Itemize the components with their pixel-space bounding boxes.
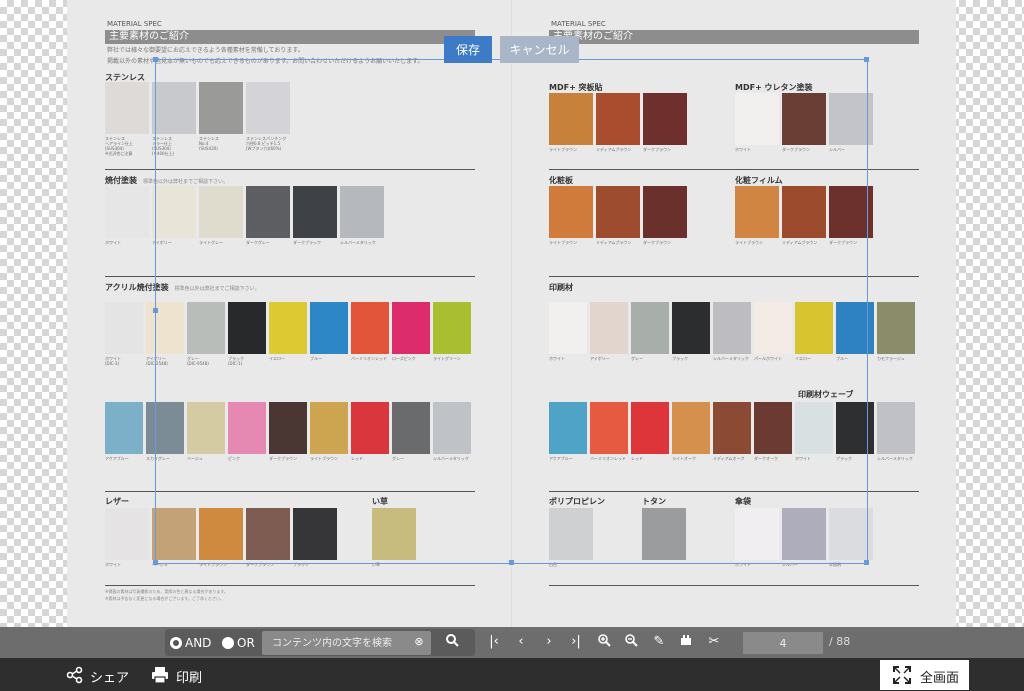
swatch-chip bbox=[105, 186, 149, 238]
resize-handle-sw[interactable] bbox=[153, 560, 158, 565]
section-title-leather: レザー bbox=[105, 497, 129, 506]
share-button[interactable]: シェア bbox=[90, 667, 129, 686]
and-radio[interactable] bbox=[170, 637, 182, 649]
section-rule bbox=[549, 585, 919, 586]
marker-icon[interactable] bbox=[677, 633, 695, 651]
search-icon[interactable] bbox=[443, 633, 461, 651]
swatch-caption: ホワイト (DIC-3) bbox=[105, 356, 121, 366]
material-swatch: カモフラージュ bbox=[877, 302, 915, 361]
cancel-button[interactable]: キャンセル bbox=[500, 36, 579, 63]
swatch-caption: シルバーメタリック bbox=[877, 456, 913, 461]
right-header-title: 主要素材のご紹介 bbox=[549, 30, 919, 44]
zoom-out-icon[interactable] bbox=[622, 633, 640, 651]
or-radio[interactable] bbox=[222, 637, 234, 649]
swatch-chip bbox=[105, 508, 149, 560]
material-swatch: ステンレス ヘアライン仕上 (SUS304) ※光沢性に注意 bbox=[105, 82, 149, 156]
material-swatch: ホワイト (DIC-3) bbox=[105, 302, 143, 366]
left-footer-line-2: ※素材は予告なく変更になる場合がございます。ご了承ください。 bbox=[105, 596, 224, 601]
material-swatch: ホワイト bbox=[105, 508, 149, 567]
print-button[interactable]: 印刷 bbox=[176, 667, 202, 686]
zoom-in-icon[interactable] bbox=[595, 633, 613, 651]
scissors-icon[interactable]: ✂ bbox=[705, 633, 723, 651]
fullscreen-icon bbox=[893, 666, 911, 688]
swatch-chip bbox=[877, 302, 915, 354]
resize-handle-se[interactable] bbox=[864, 560, 869, 565]
swatch-caption: アクアブルー bbox=[105, 456, 129, 461]
swatch-caption: ホワイト bbox=[105, 240, 121, 245]
material-swatch: シルバーメタリック bbox=[877, 402, 915, 461]
swatch-chip bbox=[105, 82, 149, 134]
first-page-icon[interactable]: |‹ bbox=[485, 633, 503, 651]
fullscreen-label: 全画面 bbox=[920, 671, 960, 686]
next-page-icon[interactable]: › bbox=[540, 633, 558, 651]
left-footer-line-1: ※掲載の素材は写真撮影のため、実際の色と異なる場合があります。 bbox=[105, 589, 228, 594]
swatch-chip bbox=[105, 402, 143, 454]
selection-rectangle[interactable] bbox=[153, 57, 869, 565]
swatch-caption: ステンレス ヘアライン仕上 (SUS304) ※光沢性に注意 bbox=[105, 136, 133, 156]
bottom-bar: シェア 印刷 bbox=[0, 658, 1024, 691]
clear-search-icon[interactable]: ⊗ bbox=[410, 633, 428, 651]
share-icon[interactable] bbox=[66, 666, 84, 684]
save-button[interactable]: 保存 bbox=[444, 36, 492, 63]
resize-handle-w[interactable] bbox=[153, 308, 158, 313]
print-icon[interactable] bbox=[151, 666, 169, 684]
swatch-caption: ホワイト bbox=[105, 562, 121, 567]
swatch-chip bbox=[105, 302, 143, 354]
page-number-input[interactable] bbox=[743, 632, 823, 654]
swatch-chip bbox=[877, 402, 915, 454]
pen-icon[interactable]: ✎ bbox=[650, 633, 668, 651]
material-swatch: ホワイト bbox=[105, 186, 149, 245]
last-page-icon[interactable]: ›| bbox=[567, 633, 585, 651]
total-pages: / 88 bbox=[829, 635, 851, 648]
swatch-caption: カモフラージュ bbox=[877, 356, 905, 361]
resize-handle-ne[interactable] bbox=[864, 57, 869, 62]
and-label: AND bbox=[185, 636, 212, 650]
resize-handle-s[interactable] bbox=[509, 560, 514, 565]
left-header-title: 主要素材のご紹介 bbox=[105, 30, 475, 44]
or-label: OR bbox=[237, 636, 255, 650]
left-header-small: MATERIAL SPEC bbox=[107, 20, 162, 28]
right-header-small: MATERIAL SPEC bbox=[551, 20, 606, 28]
resize-handle-nw[interactable] bbox=[153, 57, 158, 62]
content-search-input[interactable] bbox=[262, 631, 431, 655]
material-swatch: アクアブルー bbox=[105, 402, 143, 461]
prev-page-icon[interactable]: ‹ bbox=[512, 633, 530, 651]
left-intro-line-1: 弊社では様々な御要望にお応えできるよう各種素材を常備しております。 bbox=[107, 47, 304, 54]
fullscreen-button[interactable]: 全画面 bbox=[880, 660, 969, 690]
section-rule bbox=[105, 585, 475, 586]
